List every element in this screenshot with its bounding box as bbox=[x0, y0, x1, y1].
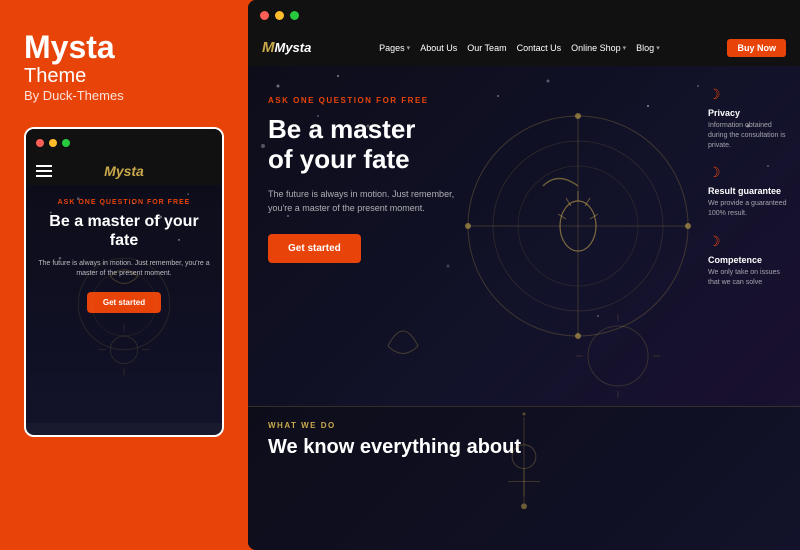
moon-icon-guarantee: ☽ bbox=[708, 164, 790, 181]
hero-center-decoration bbox=[548, 66, 708, 406]
mobile-cta-button[interactable]: Get started bbox=[87, 292, 161, 313]
mobile-logo: Mysta bbox=[104, 163, 144, 179]
nav-team[interactable]: Our Team bbox=[467, 43, 506, 53]
desktop-dot-red bbox=[260, 11, 269, 20]
feature-privacy-title: Privacy bbox=[708, 108, 790, 118]
nav-blog[interactable]: Blog ▾ bbox=[636, 43, 660, 53]
mobile-ask-label: ASK ONE QUESTION FOR FREE bbox=[38, 199, 210, 206]
logo-m: M bbox=[262, 39, 275, 56]
feature-guarantee: ☽ Result guarantee We provide a guarante… bbox=[708, 164, 790, 219]
hamburger-icon[interactable] bbox=[36, 165, 52, 177]
chevron-down-icon: ▾ bbox=[407, 44, 411, 52]
mobile-preview: Mysta bbox=[24, 127, 224, 437]
nav-pages[interactable]: Pages ▾ bbox=[379, 43, 410, 53]
mobile-topbar bbox=[26, 129, 222, 157]
mobile-hero-desc: The future is always in motion. Just rem… bbox=[38, 259, 210, 280]
desktop-dot-green bbox=[290, 11, 299, 20]
feature-competence-title: Competence bbox=[708, 255, 790, 265]
nav-shop[interactable]: Online Shop ▾ bbox=[571, 43, 626, 53]
desktop-dot-yellow bbox=[275, 11, 284, 20]
hero-left-content: ASK ONE QUESTION FOR FREE Be a master of… bbox=[248, 66, 548, 406]
desktop-navbar: MMysta Pages ▾ About Us Our Team Contact… bbox=[248, 30, 800, 66]
desktop-bottom-section: WHAT WE DO We know everything about bbox=[248, 406, 800, 550]
desktop-nav: Pages ▾ About Us Our Team Contact Us Onl… bbox=[379, 43, 660, 53]
feature-guarantee-title: Result guarantee bbox=[708, 186, 790, 196]
chevron-down-icon-3: ▾ bbox=[656, 44, 660, 52]
bottom-title: We know everything about bbox=[268, 436, 780, 458]
brand-name: Mysta Theme bbox=[24, 30, 224, 88]
hero-description: The future is always in motion. Just rem… bbox=[268, 187, 468, 216]
what-we-do-label: WHAT WE DO bbox=[268, 421, 780, 430]
moon-icon-competence: ☽ bbox=[708, 233, 790, 250]
feature-guarantee-desc: We provide a guaranteed 100% result. bbox=[708, 199, 790, 219]
mobile-hero-title: Be a master of your fate bbox=[38, 212, 210, 250]
desktop-logo: MMysta bbox=[262, 39, 311, 57]
mobile-content: ASK ONE QUESTION FOR FREE Be a master of… bbox=[26, 185, 222, 423]
nav-about[interactable]: About Us bbox=[420, 43, 457, 53]
buy-now-button[interactable]: Buy Now bbox=[727, 39, 786, 57]
feature-competence: ☽ Competence We only take on issues that… bbox=[708, 233, 790, 288]
desktop-hero: ASK ONE QUESTION FOR FREE Be a master of… bbox=[248, 66, 800, 406]
hero-main-title: Be a master of your fate bbox=[268, 115, 528, 175]
left-panel: Mysta Theme By Duck-Themes Mysta bbox=[0, 0, 248, 550]
moon-icon-privacy: ☽ bbox=[708, 86, 790, 103]
mobile-navbar: Mysta bbox=[26, 157, 222, 185]
mobile-dot-green bbox=[62, 139, 70, 147]
feature-privacy: ☽ Privacy Information obtained during th… bbox=[708, 86, 790, 150]
desktop-topbar bbox=[248, 0, 800, 30]
hero-cta-button[interactable]: Get started bbox=[268, 234, 361, 263]
chevron-down-icon-2: ▾ bbox=[623, 44, 627, 52]
hero-features: ☽ Privacy Information obtained during th… bbox=[708, 66, 800, 406]
feature-privacy-desc: Information obtained during the consulta… bbox=[708, 121, 790, 150]
right-panel: MMysta Pages ▾ About Us Our Team Contact… bbox=[248, 0, 800, 550]
mobile-dot-yellow bbox=[49, 139, 57, 147]
brand-by: By Duck-Themes bbox=[24, 88, 224, 103]
nav-contact[interactable]: Contact Us bbox=[517, 43, 562, 53]
hero-ask-label: ASK ONE QUESTION FOR FREE bbox=[268, 96, 528, 105]
feature-competence-desc: We only take on issues that we can solve bbox=[708, 268, 790, 288]
mobile-dot-red bbox=[36, 139, 44, 147]
